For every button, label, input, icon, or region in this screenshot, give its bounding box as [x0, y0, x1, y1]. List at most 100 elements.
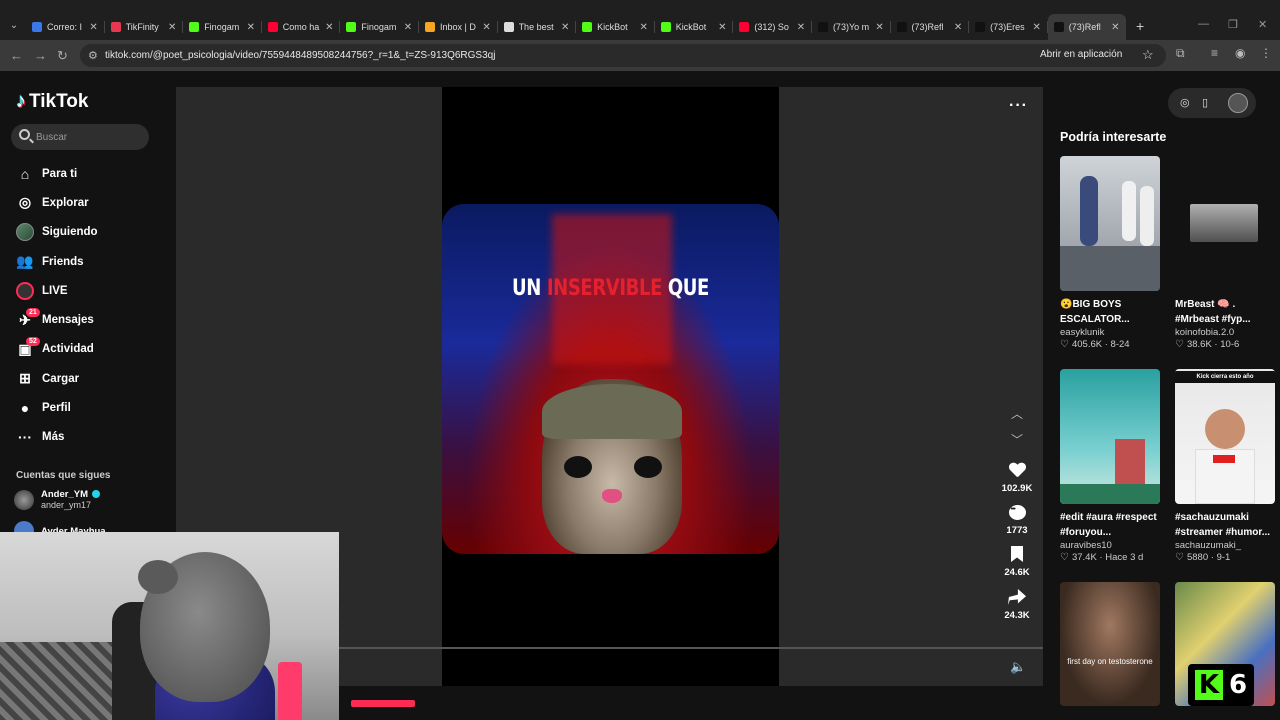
browser-tab[interactable]: KickBot ✕ [655, 14, 734, 40]
recommended-video-title[interactable]: 😮BIG BOYS ESCALATOR... [1060, 297, 1162, 327]
recommended-video-author[interactable]: auravibes10 [1060, 540, 1162, 551]
browser-tab[interactable]: (73)Refl ✕ [1047, 14, 1127, 40]
close-window-button[interactable]: ✕ [1258, 18, 1267, 31]
tab-close-icon[interactable]: ✕ [796, 22, 806, 33]
followed-account-handle: ander_ym17 [41, 500, 92, 510]
media-controls-icon[interactable]: ≡ [1211, 46, 1218, 60]
browser-tab[interactable]: Correo: I ✕ [26, 14, 105, 40]
recommended-video-card[interactable]: #edit #aura #respect #foruyou... auravib… [1060, 369, 1162, 563]
url-text[interactable]: tiktok.com/@poet_psicologia/video/755944… [105, 50, 495, 61]
video-progress-track[interactable] [339, 647, 1043, 649]
recommended-video-author[interactable]: sachauzumaki_ [1175, 540, 1277, 551]
comment-button[interactable]: 1773 [996, 501, 1038, 536]
browser-tab[interactable]: The best ✕ [498, 14, 577, 40]
browser-tab[interactable]: Finogam ✕ [340, 14, 419, 40]
sidebar-item-siguiendo[interactable]: Siguiendo [0, 218, 165, 247]
followed-account-item[interactable]: Ander_YM ander_ym17 [14, 489, 100, 510]
browser-tab[interactable]: Finogam ✕ [183, 14, 262, 40]
tab-close-icon[interactable]: ✕ [1032, 22, 1042, 33]
sidebar-item-mensajes[interactable]: ✈ 21 Mensajes [0, 305, 165, 334]
recommended-video-card[interactable]: MrBeast 🧠 . #Mrbeast #fyp... koinofobia.… [1175, 156, 1277, 350]
new-tab-button[interactable]: + [1136, 18, 1144, 34]
tab-close-icon[interactable]: ✕ [246, 22, 256, 33]
video-thumbnail[interactable] [1060, 369, 1160, 504]
sidebar-item-cargar[interactable]: ⊞ Cargar [0, 364, 165, 393]
activity-icon: ▣ 52 [16, 337, 40, 358]
tab-close-icon[interactable]: ✕ [717, 22, 727, 33]
save-button[interactable]: 24.6K [996, 543, 1038, 578]
minimize-button[interactable]: — [1198, 18, 1209, 30]
recommended-video-title[interactable]: MrBeast 🧠 . #Mrbeast #fyp... [1175, 297, 1277, 327]
tab-close-icon[interactable]: ✕ [167, 22, 177, 33]
bookmark-star-icon[interactable]: ☆ [1142, 47, 1154, 63]
open-in-app-button[interactable]: Abrir en aplicación [1040, 49, 1122, 60]
recommended-video-card[interactable]: Kick cierra esto año #sachauzumaki #stre… [1175, 369, 1277, 563]
tab-title: Finogam [361, 22, 397, 32]
tab-close-icon[interactable]: ✕ [639, 22, 649, 33]
sidebar-item-explorar[interactable]: ◎ Explorar [0, 188, 165, 217]
search-input[interactable] [36, 129, 141, 145]
tab-favicon-icon [503, 22, 514, 32]
comment-icon [1008, 505, 1026, 520]
video-thumbnail[interactable] [1060, 156, 1160, 291]
tab-close-icon[interactable]: ✕ [875, 22, 885, 33]
sidebar-item-para-ti[interactable]: ⌂ Para ti [0, 159, 165, 188]
next-video-chevron-down-icon[interactable]: ﹀ [1011, 431, 1023, 448]
tab-favicon-icon [424, 22, 435, 32]
previous-video-chevron-up-icon[interactable]: ︿ [1011, 405, 1023, 422]
volume-icon[interactable]: 🔈 [1010, 659, 1026, 675]
recommended-video-card[interactable]: 😮BIG BOYS ESCALATOR... easyklunik ♡ 405.6… [1060, 156, 1162, 350]
tab-close-icon[interactable]: ✕ [953, 22, 963, 33]
browser-tab[interactable]: (312) So ✕ [733, 14, 812, 40]
search-box[interactable] [11, 124, 149, 150]
video-thumbnail[interactable] [1175, 156, 1275, 291]
video-frame[interactable]: UN INSERVIBLE QUE [442, 87, 779, 686]
site-info-icon[interactable]: ⚙ [88, 49, 98, 62]
tiktok-note-icon: ♪ [16, 90, 26, 112]
tab-close-icon[interactable]: ✕ [560, 22, 570, 33]
browser-tab[interactable]: KickBot ✕ [576, 14, 655, 40]
share-button[interactable]: 24.3K [996, 585, 1038, 621]
tiktok-logo[interactable]: ♪ TikTok [16, 90, 88, 113]
user-avatar[interactable] [1228, 93, 1248, 113]
url-bar[interactable]: ⚙ tiktok.com/@poet_psicologia/video/7559… [80, 44, 1166, 67]
share-arrow-icon [1008, 589, 1026, 605]
browser-menu-icon[interactable]: ⋮ [1260, 46, 1272, 60]
maximize-button[interactable]: ❐ [1228, 18, 1238, 31]
recommended-video-title[interactable]: #edit #aura #respect #foruyou... [1060, 510, 1162, 540]
sidebar-item-friends[interactable]: 👥 Friends [0, 247, 165, 276]
browser-tab[interactable]: (73)Eres ✕ [969, 14, 1048, 40]
tab-close-icon[interactable]: ✕ [482, 22, 492, 33]
profile-avatar-icon[interactable]: ◉ [1235, 46, 1245, 60]
extensions-icon[interactable]: ⧉ [1176, 46, 1185, 61]
tab-close-icon[interactable]: ✕ [324, 22, 334, 33]
browser-tab[interactable]: (73)Refl ✕ [891, 14, 970, 40]
forward-button[interactable]: → [34, 48, 47, 63]
recommended-video-card[interactable]: first day on testosterone [1060, 582, 1162, 706]
recommended-video-author[interactable]: koinofobia.2.0 [1175, 327, 1277, 338]
video-thumbnail[interactable]: first day on testosterone [1060, 582, 1160, 706]
video-progress-bar[interactable] [351, 700, 415, 707]
sidebar-item-perfil[interactable]: ● Perfil [0, 393, 165, 422]
tab-close-icon[interactable]: ✕ [403, 22, 413, 33]
browser-tab[interactable]: Como ha ✕ [262, 14, 341, 40]
browser-tab-bar: ⌄ Correo: I ✕ TikFinity ✕ Finogam ✕ Como ha ✕ Fi… [0, 0, 1280, 40]
sidebar-item-live[interactable]: LIVE [0, 276, 165, 305]
more-options-icon[interactable]: ··· [1009, 97, 1028, 115]
recommended-video-title[interactable]: #sachauzumaki #streamer #humor... [1175, 510, 1277, 540]
like-button[interactable]: 102.9K [996, 459, 1038, 494]
recommended-video-author[interactable]: easyklunik [1060, 327, 1162, 338]
browser-tab[interactable]: TikFinity ✕ [105, 14, 184, 40]
browser-tab[interactable]: (73)Yo m ✕ [812, 14, 891, 40]
sidebar-item-actividad[interactable]: ▣ 52 Actividad [0, 335, 165, 364]
sidebar-item-más[interactable]: ··· Más [0, 423, 165, 452]
explore-compass-icon[interactable]: ◎ [1180, 96, 1190, 109]
tab-close-icon[interactable]: ✕ [89, 22, 99, 33]
tab-search-button[interactable]: ⌄ [6, 18, 22, 34]
reload-button[interactable]: ↻ [57, 48, 68, 64]
back-button[interactable]: ← [10, 48, 23, 63]
video-thumbnail[interactable]: Kick cierra esto año [1175, 369, 1275, 504]
tab-close-icon[interactable]: ✕ [1110, 22, 1120, 33]
browser-tab[interactable]: Inbox | D ✕ [419, 14, 498, 40]
phone-app-icon[interactable]: ▯ [1202, 96, 1208, 109]
